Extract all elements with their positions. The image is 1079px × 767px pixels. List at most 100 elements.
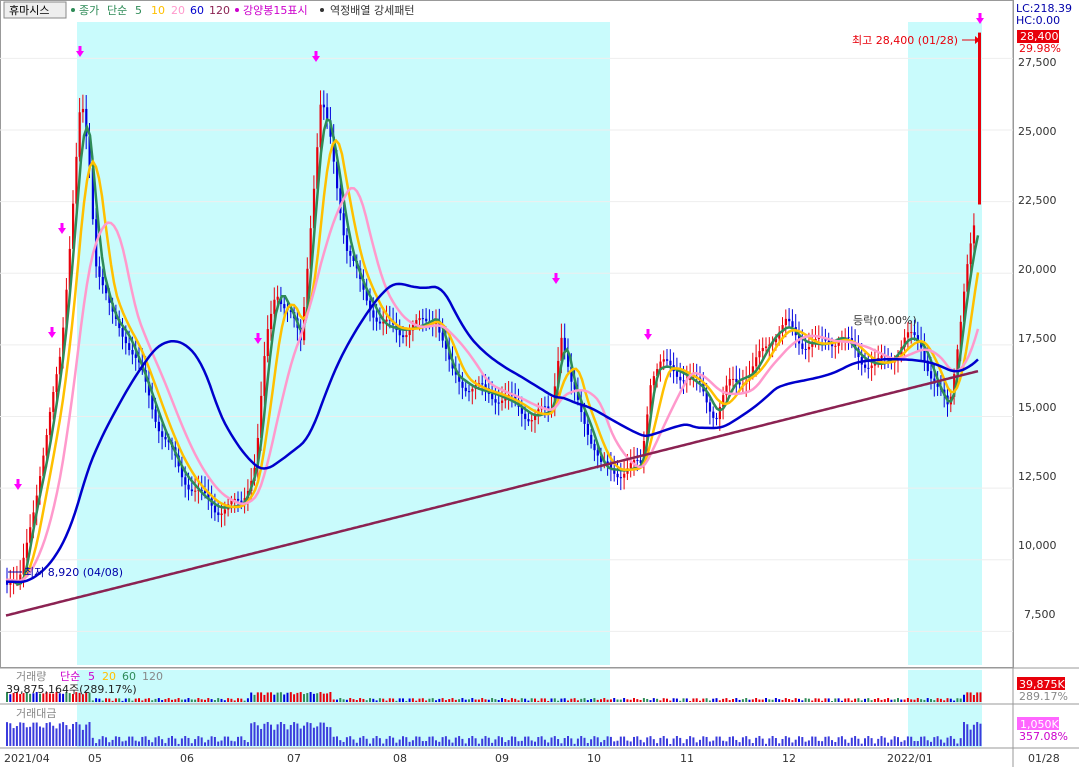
- candle-body: [679, 376, 682, 381]
- volume-period-20[interactable]: 20: [102, 670, 116, 683]
- amount-bar: [870, 738, 873, 746]
- amount-bar: [355, 742, 358, 746]
- volume-period-5[interactable]: 5: [88, 670, 95, 683]
- amount-bar: [834, 742, 837, 746]
- volume-bar: [867, 698, 870, 702]
- amount-bar: [672, 738, 675, 746]
- volume-bar: [322, 693, 325, 702]
- amount-bar: [250, 723, 253, 746]
- amount-bar: [969, 729, 972, 746]
- amount-bar: [804, 741, 807, 746]
- amount-bar: [784, 736, 787, 746]
- volume-bar: [147, 698, 150, 702]
- volume-bar: [702, 698, 705, 702]
- volume-bar: [157, 698, 160, 702]
- volume-bar: [745, 698, 748, 702]
- amount-bar: [316, 726, 319, 746]
- amount-bar: [656, 743, 659, 746]
- amount-bar: [666, 738, 668, 746]
- amount-bar: [9, 723, 12, 746]
- candle-body: [791, 321, 794, 328]
- amount-bar: [319, 722, 322, 746]
- stock-chart[interactable]: 휴마시스 종가 단순 5 10 20 60 120 강양봉15표시 역정배열 강…: [0, 0, 1079, 767]
- amount-bar: [190, 743, 193, 746]
- amount-bar: [336, 736, 338, 746]
- volume-period-120[interactable]: 120: [142, 670, 163, 683]
- volume-bar: [484, 699, 487, 702]
- legend-period-10[interactable]: 10: [151, 4, 165, 17]
- legend-signal-label[interactable]: 강양봉15표시: [243, 4, 308, 17]
- volume-period-60[interactable]: 60: [122, 670, 136, 683]
- volume-bar: [913, 699, 916, 702]
- volume-bar: [966, 692, 969, 702]
- price-tick: 20,000: [1018, 263, 1057, 276]
- candle-body: [372, 310, 375, 318]
- amount-bar: [286, 729, 289, 746]
- volume-bar: [501, 698, 503, 702]
- volume-bar: [699, 700, 701, 702]
- amount-bar: [207, 739, 210, 746]
- legend-period-20[interactable]: 20: [171, 4, 185, 17]
- candle-body: [784, 318, 787, 326]
- amount-title[interactable]: 거래대금: [16, 707, 56, 720]
- legend-ma-type[interactable]: 단순: [107, 4, 127, 17]
- amount-bar: [966, 724, 969, 746]
- amount-bar: [662, 736, 665, 746]
- candle-body: [98, 266, 101, 277]
- volume-bar: [649, 700, 652, 702]
- volume-bar: [972, 694, 975, 702]
- amount-bar: [81, 729, 84, 746]
- volume-bar: [256, 692, 259, 702]
- volume-bar: [230, 698, 233, 702]
- amount-bar: [48, 722, 51, 746]
- amount-bar: [900, 741, 903, 746]
- amount-bar: [296, 723, 299, 746]
- amount-bar: [543, 739, 546, 746]
- candle-body: [880, 355, 883, 358]
- legend-price-label[interactable]: 종가: [79, 4, 99, 17]
- volume-bar: [626, 699, 629, 702]
- volume-bar: [864, 698, 866, 702]
- volume-bar: [623, 698, 626, 702]
- amount-bar: [174, 738, 177, 746]
- volume-bar: [847, 698, 850, 702]
- amount-bar: [913, 741, 916, 746]
- volume-bar: [715, 698, 718, 702]
- volume-bar: [807, 698, 810, 702]
- volume-bar: [586, 700, 589, 702]
- amount-bar: [679, 737, 682, 746]
- volume-title[interactable]: 거래량: [16, 670, 46, 683]
- volume-bar: [435, 700, 437, 702]
- candle-body: [527, 419, 530, 422]
- amount-bar: [725, 741, 728, 746]
- legend-period-120[interactable]: 120: [209, 4, 230, 17]
- volume-bar: [877, 698, 880, 702]
- volume-bar: [402, 698, 404, 702]
- amount-bar: [708, 741, 711, 746]
- volume-bar: [662, 698, 665, 702]
- amount-bar: [520, 740, 523, 746]
- volume-bar: [520, 698, 523, 702]
- amount-bar: [953, 738, 956, 746]
- volume-bar: [118, 698, 121, 702]
- amount-bar: [444, 736, 447, 746]
- candle-body: [804, 348, 807, 350]
- legend-pattern-label[interactable]: 역정배열 강세패턴: [330, 4, 414, 17]
- volume-bar: [824, 698, 827, 702]
- candle-body: [405, 335, 408, 338]
- legend-period-5[interactable]: 5: [135, 4, 142, 17]
- amount-bar: [177, 743, 180, 746]
- amount-bar: [972, 724, 975, 746]
- volume-bar: [893, 699, 896, 702]
- volume-ma-type[interactable]: 단순: [60, 670, 80, 683]
- legend-period-60[interactable]: 60: [190, 4, 204, 17]
- hc-value: HC:0.00: [1016, 14, 1060, 27]
- amount-bar: [121, 741, 124, 746]
- volume-bar: [844, 698, 847, 702]
- amount-bar: [963, 722, 965, 746]
- amount-bar: [362, 736, 365, 746]
- amount-bar: [817, 740, 820, 746]
- amount-bar: [6, 722, 8, 746]
- volume-bar: [798, 698, 800, 702]
- volume-bar: [194, 699, 197, 702]
